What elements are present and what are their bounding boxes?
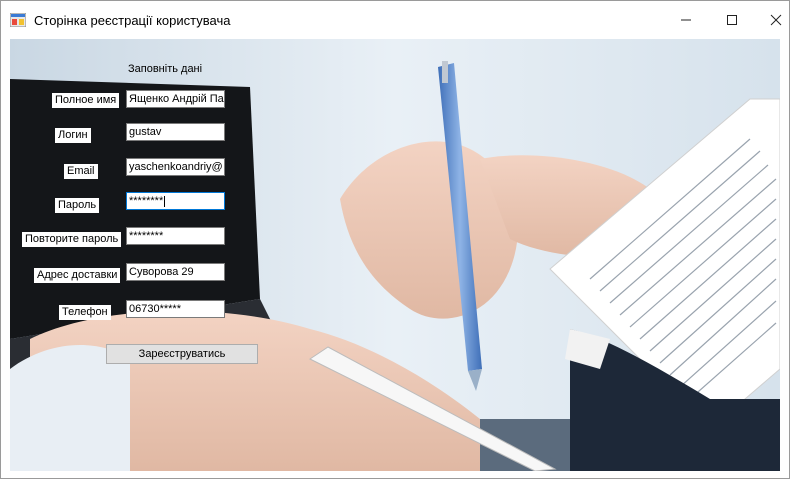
phone-input[interactable]: 06730***** (126, 300, 225, 318)
phone-label: Телефон (59, 305, 111, 320)
maximize-icon (727, 15, 737, 25)
form-heading: Заповніть дані (128, 63, 203, 75)
form-client-area: Заповніть дані Полное имя Ященко Андрій … (10, 39, 780, 471)
maximize-button[interactable] (709, 1, 755, 39)
password-value: ******** (129, 195, 164, 207)
delivery-address-input[interactable]: Суворова 29 (126, 263, 225, 281)
title-bar[interactable]: Сторінка реєстрації користувача (1, 1, 789, 39)
confirm-password-input[interactable]: ******** (126, 227, 225, 245)
confirm-password-label: Повторите пароль (22, 232, 122, 247)
login-label: Логин (55, 128, 91, 143)
full-name-input[interactable]: Ященко Андрій Па (126, 90, 225, 108)
email-input[interactable]: yaschenkoandriy@ (126, 158, 225, 176)
minimize-icon (681, 19, 691, 21)
email-label: Email (64, 164, 98, 179)
minimize-button[interactable] (663, 1, 709, 39)
login-input[interactable]: gustav (126, 123, 225, 141)
app-icon (10, 13, 26, 27)
registration-window: Сторінка реєстрації користувача Заповніт… (0, 0, 790, 479)
register-button[interactable]: Зареєструватись (106, 344, 258, 364)
password-input[interactable]: ******** (126, 192, 225, 210)
close-icon (770, 14, 782, 26)
close-button[interactable] (753, 1, 789, 39)
password-label: Пароль (55, 198, 100, 213)
text-caret (164, 195, 166, 207)
window-title: Сторінка реєстрації користувача (34, 13, 231, 28)
delivery-address-label: Адрес доставки (34, 268, 121, 283)
full-name-label: Полное имя (52, 93, 120, 108)
